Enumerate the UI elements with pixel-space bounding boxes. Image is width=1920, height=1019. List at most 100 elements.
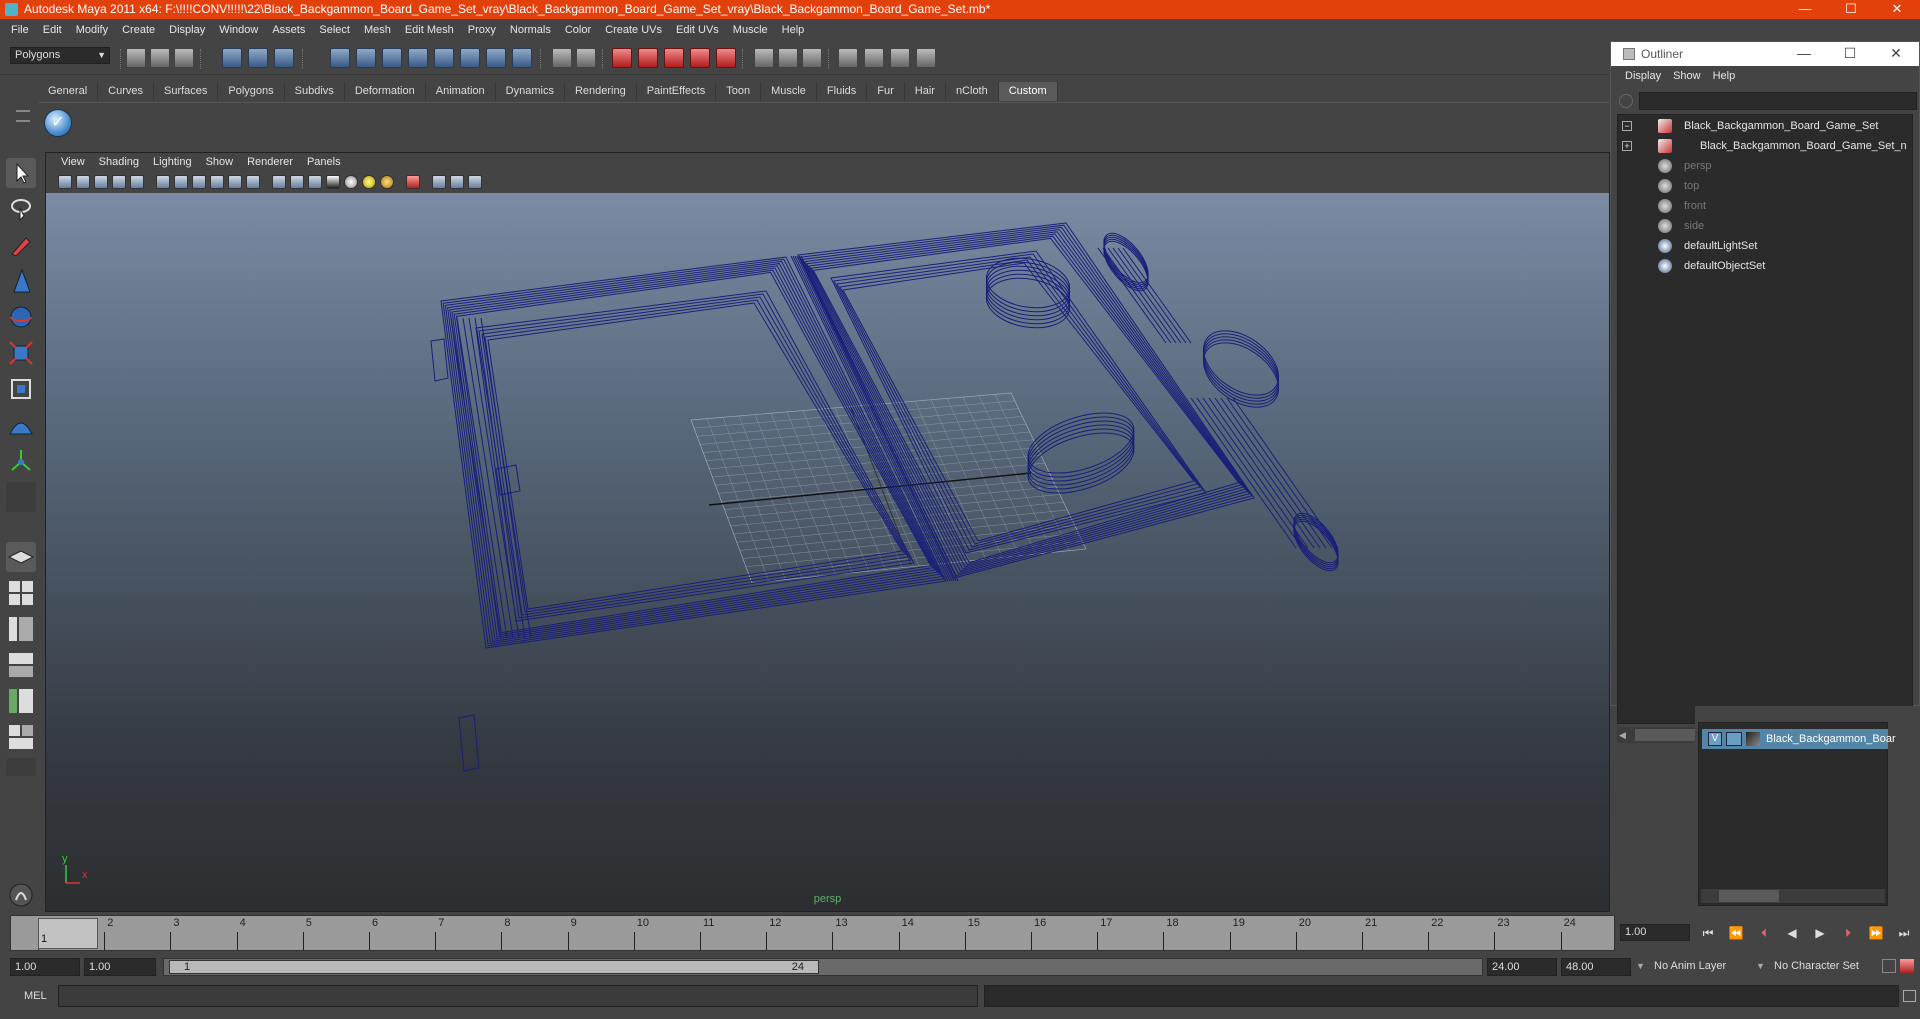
vp-menu-view[interactable]: View <box>54 156 92 168</box>
open-scene-icon[interactable] <box>150 48 170 68</box>
step-back-key-icon[interactable]: ⏪ <box>1728 925 1744 941</box>
menu-display[interactable]: Display <box>162 24 212 36</box>
step-forward-frame-icon[interactable]: ⏵ <box>1840 925 1856 941</box>
outliner-item[interactable]: defaultObjectSet <box>1618 256 1908 276</box>
outliner-item[interactable]: front <box>1618 196 1908 216</box>
menu-create[interactable]: Create <box>115 24 162 36</box>
default-lighting-icon[interactable] <box>344 175 358 189</box>
layer-color-swatch[interactable] <box>1746 732 1760 746</box>
scroll-thumb[interactable] <box>1719 890 1779 902</box>
menu-edit[interactable]: Edit <box>36 24 69 36</box>
wireframe-on-shaded-icon[interactable] <box>308 175 322 189</box>
render-view-icon[interactable] <box>838 48 858 68</box>
shelf-tab-fur[interactable]: Fur <box>867 82 905 101</box>
snap-point-icon[interactable] <box>664 48 684 68</box>
outliner-menu-show[interactable]: Show <box>1667 70 1707 82</box>
checkmark-shelf-icon[interactable]: ✓ <box>44 109 72 137</box>
auto-key-icon[interactable] <box>1900 959 1914 973</box>
history-icon[interactable] <box>754 48 774 68</box>
minimize-button[interactable]: — <box>1782 0 1828 19</box>
select-component-icon[interactable] <box>274 48 294 68</box>
outliner-item[interactable]: top <box>1618 176 1908 196</box>
layer-scrollbar[interactable] <box>1701 889 1885 903</box>
vp-menu-renderer[interactable]: Renderer <box>240 156 300 168</box>
soft-modification-icon[interactable] <box>6 410 36 440</box>
wireframe-icon[interactable] <box>272 175 286 189</box>
select-curves-icon[interactable] <box>382 48 402 68</box>
all-lights-icon[interactable] <box>362 175 376 189</box>
menu-file[interactable]: File <box>4 24 36 36</box>
select-deformations-icon[interactable] <box>434 48 454 68</box>
outliner-graph-layout-icon[interactable] <box>6 722 36 752</box>
smooth-shade-icon[interactable] <box>290 175 304 189</box>
menu-create-uvs[interactable]: Create UVs <box>598 24 669 36</box>
film-gate-icon[interactable] <box>130 175 144 189</box>
shelf-tab-deformation[interactable]: Deformation <box>345 82 426 101</box>
scroll-left-icon[interactable]: ◀ <box>1619 730 1626 741</box>
shelf-tab-general[interactable]: General <box>38 82 99 101</box>
textures-icon[interactable] <box>326 175 340 189</box>
shelf-tab-subdivs[interactable]: Subdivs <box>285 82 345 101</box>
menu-proxy[interactable]: Proxy <box>461 24 503 36</box>
range-slider-thumb[interactable]: 1 24 <box>169 960 819 974</box>
vp-menu-shading[interactable]: Shading <box>92 156 146 168</box>
script-editor-icon[interactable] <box>6 880 36 910</box>
menu-mesh[interactable]: Mesh <box>357 24 398 36</box>
menu-modify[interactable]: Modify <box>69 24 115 36</box>
isolate-select-icon[interactable] <box>406 175 420 189</box>
menu-muscle[interactable]: Muscle <box>726 24 775 36</box>
menu-normals[interactable]: Normals <box>503 24 558 36</box>
step-back-frame-icon[interactable]: ⏴ <box>1756 925 1772 941</box>
vp-menu-show[interactable]: Show <box>199 156 241 168</box>
menu-edit-uvs[interactable]: Edit UVs <box>669 24 726 36</box>
shelf-tab-hair[interactable]: Hair <box>905 82 946 101</box>
select-dynamics-icon[interactable] <box>460 48 480 68</box>
last-tool-icon[interactable] <box>6 482 36 512</box>
save-scene-icon[interactable] <box>174 48 194 68</box>
chevron-down-icon[interactable]: ▼ <box>1636 961 1645 971</box>
lasso-tool-icon[interactable] <box>6 194 36 224</box>
menu-select[interactable]: Select <box>312 24 357 36</box>
menu-assets[interactable]: Assets <box>265 24 312 36</box>
shelf-tab-ncloth[interactable]: nCloth <box>946 82 999 101</box>
outliner-close-button[interactable]: ✕ <box>1873 42 1919 66</box>
shelf-tab-polygons[interactable]: Polygons <box>218 82 285 101</box>
select-misc-icon[interactable] <box>512 48 532 68</box>
shelf-tab-animation[interactable]: Animation <box>426 82 496 101</box>
snap-curve-icon[interactable] <box>638 48 658 68</box>
shelf-tab-painteffects[interactable]: PaintEffects <box>637 82 717 101</box>
end-time-field[interactable]: 48.00 <box>1561 958 1631 976</box>
single-perspective-layout-icon[interactable] <box>6 542 36 572</box>
lock-selection-icon[interactable] <box>552 48 572 68</box>
grid-toggle-icon[interactable] <box>156 175 170 189</box>
menu-color[interactable]: Color <box>558 24 598 36</box>
go-to-end-icon[interactable]: ⏭ <box>1896 925 1912 941</box>
vp-menu-panels[interactable]: Panels <box>300 156 348 168</box>
layout-extra-icon[interactable] <box>6 758 36 776</box>
input-output-icon[interactable] <box>778 48 798 68</box>
script-editor-button-icon[interactable] <box>1903 990 1916 1002</box>
collapse-icon[interactable]: − <box>1622 121 1632 131</box>
perspective-viewport[interactable]: View Shading Lighting Show Renderer Pane… <box>45 152 1610 912</box>
command-input[interactable] <box>58 985 978 1007</box>
command-language-label[interactable]: MEL <box>24 990 47 1002</box>
highlight-selection-icon[interactable] <box>576 48 596 68</box>
shelf-tab-curves[interactable]: Curves <box>98 82 154 101</box>
bookmarks-icon[interactable] <box>94 175 108 189</box>
go-to-start-icon[interactable]: ⏮ <box>1700 925 1716 941</box>
select-rendering-icon[interactable] <box>486 48 506 68</box>
gate-mask-icon[interactable] <box>192 175 206 189</box>
high-quality-icon[interactable] <box>468 175 482 189</box>
snap-grid-icon[interactable] <box>612 48 632 68</box>
safe-title-icon[interactable] <box>246 175 260 189</box>
select-handles-icon[interactable] <box>330 48 350 68</box>
range-slider[interactable]: 1 24 <box>163 958 1483 976</box>
key-icon[interactable] <box>1882 959 1896 973</box>
universal-manipulator-icon[interactable] <box>6 374 36 404</box>
menu-help[interactable]: Help <box>775 24 812 36</box>
outliner-menu-help[interactable]: Help <box>1707 70 1742 82</box>
expand-icon[interactable]: + <box>1622 141 1632 151</box>
snap-view-plane-icon[interactable] <box>690 48 710 68</box>
persp-graph-layout-icon[interactable] <box>6 650 36 680</box>
shelf-tab-toon[interactable]: Toon <box>716 82 762 101</box>
